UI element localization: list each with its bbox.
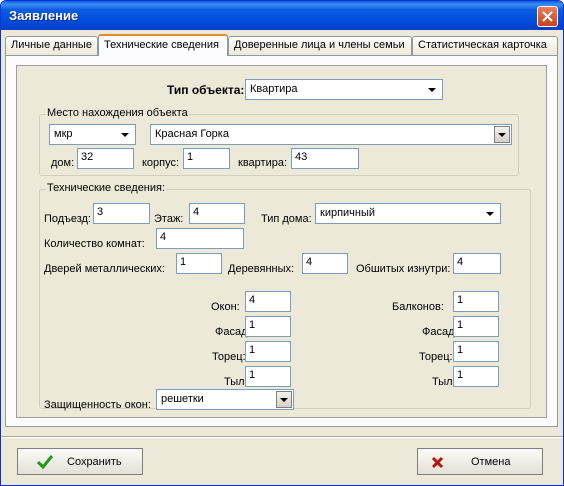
tab-technical-info[interactable]: Технические сведения	[98, 34, 228, 56]
windows-facade-input[interactable]: 1	[245, 316, 291, 337]
title-bar[interactable]: Заявление	[1, 1, 563, 30]
block-input[interactable]: 1	[183, 148, 230, 169]
object-type-label: Тип объекта:	[167, 83, 245, 97]
chevron-down-icon	[121, 133, 129, 137]
house-input[interactable]: 32	[77, 148, 134, 169]
location-group: Место нахождения объекта мкр Красная Гор…	[39, 107, 519, 176]
flat-label: квартира:	[238, 157, 288, 169]
floor-label: Этаж:	[154, 213, 184, 225]
wood-doors-input[interactable]: 4	[302, 253, 348, 274]
padded-doors-input[interactable]: 4	[453, 253, 501, 274]
entrance-input[interactable]: 3	[93, 203, 150, 224]
house-type-select[interactable]: кирпичный	[315, 203, 501, 224]
protection-label: Защищенность окон:	[44, 399, 151, 411]
close-button[interactable]	[537, 6, 558, 27]
object-type-value: Квартира	[250, 83, 298, 95]
chevron-down-icon	[280, 398, 288, 402]
balconies-facade-input[interactable]: 1	[453, 316, 499, 337]
tech-group-title: Технические сведения:	[46, 182, 167, 194]
window-title: Заявление	[9, 8, 79, 23]
cancel-button[interactable]: Отмена	[417, 448, 543, 475]
tech-group: Технические сведения: Подъезд: 3 Этаж: 4…	[39, 182, 531, 411]
windows-end-label: Торец:	[212, 351, 246, 363]
tab-personal-data[interactable]: Личные данные	[5, 36, 98, 55]
windows-end-input[interactable]: 1	[245, 341, 291, 362]
metal-doors-input[interactable]: 1	[176, 253, 222, 274]
chevron-down-icon	[498, 133, 506, 137]
cross-icon	[431, 456, 444, 469]
tab-statistics-card[interactable]: Статистическая карточка	[412, 36, 558, 55]
chevron-down-icon	[428, 88, 436, 92]
location-group-title: Место нахождения объекта	[46, 107, 189, 119]
windows-rear-input[interactable]: 1	[245, 366, 291, 387]
balconies-end-input[interactable]: 1	[453, 341, 499, 362]
house-type-label: Тип дома:	[261, 213, 312, 225]
padded-doors-label: Обшитых изнутри:	[356, 263, 451, 275]
house-label: дом:	[51, 157, 75, 169]
tab-trusted-persons[interactable]: Доверенные лица и члены семьи	[228, 36, 412, 55]
balconies-end-label: Торец:	[419, 351, 453, 363]
location-kind-value: мкр	[54, 128, 73, 140]
balconies-label: Балконов:	[392, 301, 444, 313]
location-name-value: Красная Горка	[155, 128, 229, 140]
windows-label: Окон:	[211, 301, 240, 313]
dropdown-button[interactable]	[494, 126, 510, 143]
close-icon	[542, 11, 553, 22]
entrance-label: Подъезд:	[44, 213, 91, 225]
dropdown-button[interactable]	[276, 391, 292, 408]
chevron-down-icon	[486, 212, 494, 216]
save-button[interactable]: Сохранить	[17, 448, 143, 475]
house-type-value: кирпичный	[320, 207, 376, 219]
location-kind-select[interactable]: мкр	[49, 124, 136, 145]
windows-input[interactable]: 4	[245, 291, 291, 312]
footer-divider	[1, 436, 563, 438]
location-name-combobox[interactable]: Красная Горка	[150, 124, 512, 145]
block-label: корпус:	[142, 157, 180, 169]
metal-doors-label: Дверей металлических:	[44, 263, 165, 275]
protection-combobox[interactable]: решетки	[156, 389, 294, 410]
checkmark-icon	[37, 455, 53, 469]
balconies-rear-input[interactable]: 1	[453, 366, 499, 387]
rooms-label: Количество комнат:	[44, 238, 145, 250]
rooms-input[interactable]: 4	[156, 228, 244, 249]
wood-doors-label: Деревянных:	[228, 263, 295, 275]
save-label: Сохранить	[67, 456, 122, 468]
protection-value: решетки	[161, 393, 204, 405]
flat-input[interactable]: 43	[291, 148, 359, 169]
form-panel: Тип объекта: Квартира Место нахождения о…	[16, 65, 547, 418]
tab-panel: Тип объекта: Квартира Место нахождения о…	[5, 55, 558, 427]
balconies-input[interactable]: 1	[453, 291, 499, 312]
cancel-label: Отмена	[471, 456, 511, 468]
object-type-select[interactable]: Квартира	[245, 79, 443, 100]
dialog-window: Заявление Личные данные Технические свед…	[0, 0, 564, 486]
floor-input[interactable]: 4	[189, 203, 245, 224]
